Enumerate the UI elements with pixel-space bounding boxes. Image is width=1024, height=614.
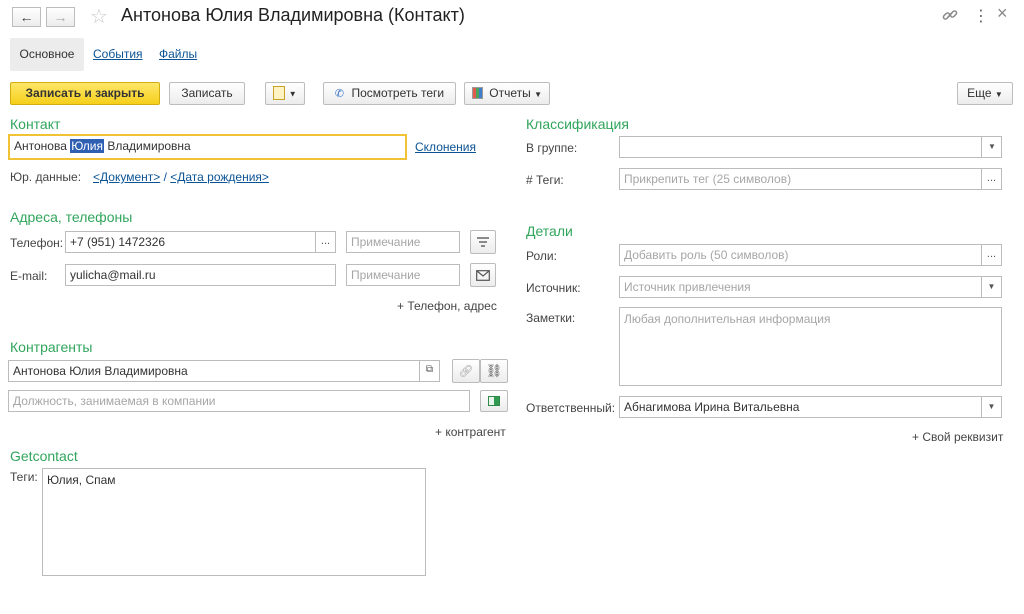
tab-files[interactable]: Файлы bbox=[159, 47, 197, 61]
phone-field[interactable]: +7 (951) 1472326 ... bbox=[65, 231, 336, 253]
email-field[interactable]: yulicha@mail.ru bbox=[65, 264, 336, 286]
open-counterparty-button[interactable]: ⧉ bbox=[419, 361, 439, 381]
group-dropdown-button[interactable]: ▼ bbox=[981, 136, 1002, 158]
unlink-counterparty-button[interactable]: ⛓︎ bbox=[480, 359, 508, 383]
group-field[interactable] bbox=[619, 136, 1002, 158]
chevron-down-icon: ▼ bbox=[534, 90, 543, 99]
chain-link-icon: 🔗︎ bbox=[458, 364, 474, 378]
link-counterparty-button[interactable]: 🔗︎ bbox=[452, 359, 480, 383]
legal-data-label: Юр. данные: bbox=[10, 170, 82, 184]
tab-events[interactable]: События bbox=[93, 47, 143, 61]
roles-label: Роли: bbox=[526, 249, 557, 263]
chevron-down-icon: ▼ bbox=[288, 89, 297, 99]
link-icon[interactable] bbox=[941, 6, 959, 24]
getcontact-tags-field[interactable]: Юлия, Спам bbox=[42, 468, 426, 576]
birth-date-link[interactable]: <Дата рождения> bbox=[170, 170, 269, 184]
roles-placeholder: Добавить роль (50 символов) bbox=[624, 248, 789, 262]
phone-icon: ✆ bbox=[334, 88, 345, 100]
getcontact-section-title: Getcontact bbox=[10, 448, 78, 464]
getcontact-tags-label: Теги: bbox=[10, 470, 38, 484]
tags-placeholder: Прикрепить тег (25 символов) bbox=[624, 172, 792, 186]
back-button[interactable]: ← bbox=[12, 7, 41, 27]
reports-button[interactable]: Отчеты ▼ bbox=[464, 82, 550, 105]
document-add-icon bbox=[273, 85, 286, 100]
more-menu-icon[interactable]: ⋮ bbox=[973, 6, 989, 26]
notes-field[interactable]: Любая дополнительная информация bbox=[619, 307, 1002, 386]
name-text-selected: Юлия bbox=[70, 139, 105, 153]
source-dropdown-button[interactable]: ▼ bbox=[981, 277, 1001, 297]
tab-main[interactable]: Основное bbox=[10, 38, 84, 71]
responsible-dropdown-button[interactable]: ▼ bbox=[981, 397, 1001, 417]
phone-value: +7 (951) 1472326 bbox=[70, 235, 166, 249]
contact-section-title: Контакт bbox=[10, 116, 61, 132]
add-custom-attribute-link[interactable]: + Свой реквизит bbox=[912, 430, 1003, 444]
phone-options-button[interactable] bbox=[470, 230, 496, 254]
legal-separator: / bbox=[160, 170, 171, 184]
position-select-button[interactable] bbox=[480, 390, 508, 412]
counterparty-field[interactable]: Антонова Юлия Владимировна ⧉ bbox=[8, 360, 440, 382]
page-title: Антонова Юлия Владимировна (Контакт) bbox=[121, 5, 465, 25]
responsible-label: Ответственный: bbox=[526, 401, 616, 415]
back-arrow-icon: ← bbox=[19, 9, 34, 25]
roles-field[interactable]: Добавить роль (50 символов) ... bbox=[619, 244, 1002, 266]
responsible-field[interactable]: Абнагимова Ирина Витальевна ▼ bbox=[619, 396, 1002, 418]
unlink-icon: ⛓︎ bbox=[485, 363, 503, 378]
contact-name-field[interactable]: Антонова Юлия Владимировна bbox=[8, 134, 407, 160]
list-icon bbox=[477, 237, 489, 247]
add-counterparty-link[interactable]: + контрагент bbox=[435, 425, 506, 439]
name-text-before: Антонова bbox=[14, 139, 71, 153]
source-field[interactable]: Источник привлечения ▼ bbox=[619, 276, 1002, 298]
forward-arrow-icon: → bbox=[53, 9, 68, 25]
email-label: E-mail: bbox=[10, 269, 48, 283]
view-tags-button[interactable]: ✆ Посмотреть теги bbox=[323, 82, 456, 105]
classification-section-title: Классификация bbox=[526, 116, 629, 132]
group-label: В группе: bbox=[526, 141, 578, 155]
phone-note-field[interactable]: Примечание bbox=[346, 231, 460, 253]
save-button[interactable]: Записать bbox=[169, 82, 245, 105]
source-placeholder: Источник привлечения bbox=[624, 280, 751, 294]
details-section-title: Детали bbox=[526, 223, 573, 239]
favorite-star-icon[interactable]: ☆ bbox=[90, 4, 108, 29]
more-label: Еще bbox=[967, 86, 992, 100]
envelope-icon bbox=[476, 270, 490, 281]
declensions-link[interactable]: Склонения bbox=[415, 140, 476, 154]
position-field[interactable]: Должность, занимаемая в компании bbox=[8, 390, 470, 412]
save-close-button[interactable]: Записать и закрыть bbox=[10, 82, 160, 105]
addresses-section-title: Адреса, телефоны bbox=[10, 209, 133, 225]
responsible-value: Абнагимова Ирина Витальевна bbox=[624, 400, 800, 414]
close-icon[interactable]: × bbox=[997, 3, 1008, 24]
report-icon bbox=[471, 86, 483, 99]
notes-label: Заметки: bbox=[526, 311, 576, 325]
name-text-after: Владимировна bbox=[104, 139, 191, 153]
table-green-icon bbox=[488, 396, 500, 406]
roles-select-button[interactable]: ... bbox=[981, 245, 1001, 265]
email-note-field[interactable]: Примечание bbox=[346, 264, 460, 286]
phone-select-button[interactable]: ... bbox=[315, 232, 335, 252]
reports-label: Отчеты bbox=[489, 86, 531, 100]
counterparty-value: Антонова Юлия Владимировна bbox=[13, 364, 188, 378]
forward-button[interactable]: → bbox=[46, 7, 75, 27]
tags-field[interactable]: Прикрепить тег (25 символов) ... bbox=[619, 168, 1002, 190]
chevron-down-icon: ▼ bbox=[994, 90, 1003, 99]
send-email-button[interactable] bbox=[470, 263, 496, 287]
tags-select-button[interactable]: ... bbox=[981, 169, 1001, 189]
create-based-on-button[interactable]: ▼ bbox=[265, 82, 305, 105]
legal-data-links: <Документ> / <Дата рождения> bbox=[93, 170, 269, 184]
document-link[interactable]: <Документ> bbox=[93, 170, 160, 184]
tags-label: # Теги: bbox=[526, 173, 564, 187]
phone-label: Телефон: bbox=[10, 236, 64, 250]
counterparties-section-title: Контрагенты bbox=[10, 339, 93, 355]
more-button[interactable]: Еще ▼ bbox=[957, 82, 1013, 105]
add-phone-address-link[interactable]: + Телефон, адрес bbox=[397, 299, 497, 313]
view-tags-label: Посмотреть теги bbox=[351, 86, 445, 100]
source-label: Источник: bbox=[526, 281, 581, 295]
